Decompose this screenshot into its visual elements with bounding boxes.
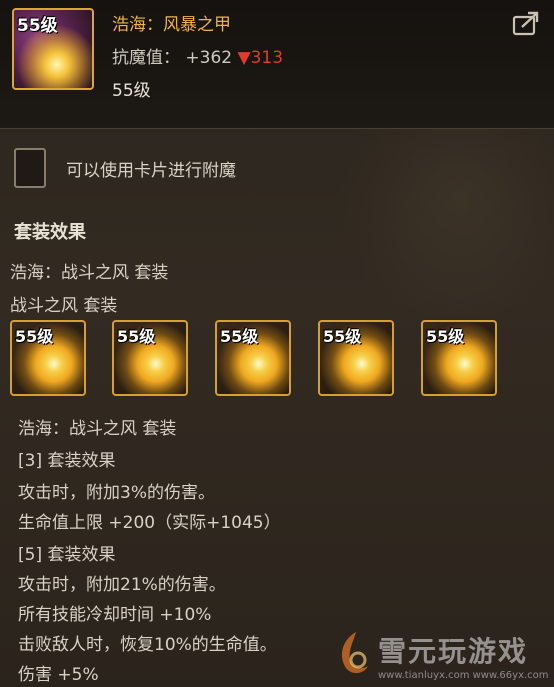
slot-level-tag: 55级 bbox=[117, 327, 156, 346]
set-piece-slot[interactable]: 55级 bbox=[10, 320, 86, 396]
set-piece-slot[interactable]: 55级 bbox=[318, 320, 394, 396]
effect3-line: 生命值上限 +200（实际+1045） bbox=[18, 513, 281, 533]
set-piece-slot[interactable]: 55级 bbox=[215, 320, 291, 396]
item-name: 浩海：风暴之甲 bbox=[112, 15, 231, 35]
slot-level-tag: 55级 bbox=[220, 327, 259, 346]
item-level: 55级 bbox=[112, 81, 151, 101]
item-header: 55级 浩海：风暴之甲 抗魔值： +362 ▼313 55级 bbox=[0, 0, 554, 129]
item-stat: 抗魔值： +362 ▼313 bbox=[112, 43, 283, 68]
effect3-title: [3] 套装效果 bbox=[18, 451, 116, 471]
effect5-line: 所有技能冷却时间 +10% bbox=[18, 605, 212, 625]
slot-level-tag: 55级 bbox=[15, 327, 54, 346]
card-slot-icon[interactable] bbox=[14, 148, 46, 188]
effect3-line: 攻击时，附加3%的伤害。 bbox=[18, 483, 215, 503]
effect5-line: 击败敌人时，恢复10%的生命值。 bbox=[18, 635, 277, 655]
watermark-text: 雪元玩游戏 bbox=[378, 635, 529, 668]
set-piece-slot[interactable]: 55级 bbox=[112, 320, 188, 396]
subset-name: 战斗之风 套装 bbox=[10, 296, 118, 316]
slot-level-tag: 55级 bbox=[426, 327, 465, 346]
set-detail-name: 浩海：战斗之风 套装 bbox=[18, 419, 177, 439]
card-enchant-text: 可以使用卡片进行附魔 bbox=[66, 161, 236, 181]
stat-diff: ▼313 bbox=[237, 48, 284, 68]
item-level-tag: 55级 bbox=[17, 16, 58, 36]
watermark-url: www.tianluyx.com www.66yx.com bbox=[378, 670, 549, 681]
effect5-line: 伤害 +5% bbox=[18, 665, 99, 685]
site-watermark: 雪元玩游戏 www.tianluyx.com www.66yx.com bbox=[330, 626, 554, 687]
effect5-title: [5] 套装效果 bbox=[18, 545, 116, 565]
share-icon[interactable] bbox=[512, 10, 540, 36]
stat-value: +362 bbox=[185, 48, 233, 68]
effect5-line: 攻击时，附加21%的伤害。 bbox=[18, 575, 226, 595]
slot-level-tag: 55级 bbox=[323, 327, 362, 346]
stat-label: 抗魔值： bbox=[112, 48, 180, 68]
item-icon[interactable]: 55级 bbox=[12, 8, 94, 90]
set-section-title: 套装效果 bbox=[14, 222, 86, 243]
set-name: 浩海：战斗之风 套装 bbox=[10, 263, 169, 283]
item-tooltip-panel: 55级 浩海：风暴之甲 抗魔值： +362 ▼313 55级 可以使用卡片进行附… bbox=[0, 0, 554, 687]
set-piece-slot[interactable]: 55级 bbox=[421, 320, 497, 396]
watermark-logo-icon bbox=[341, 632, 368, 674]
